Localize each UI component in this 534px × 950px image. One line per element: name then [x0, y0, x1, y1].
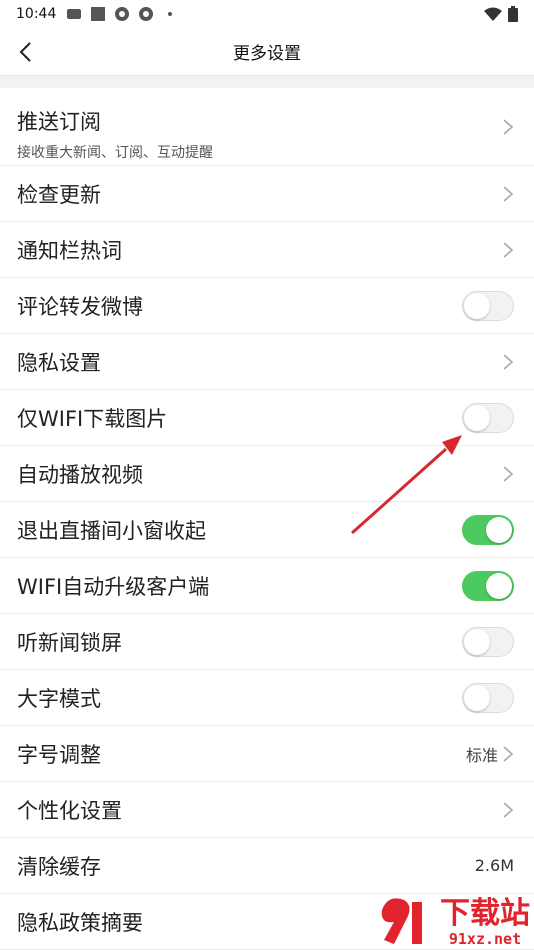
row-text: 大字模式 [17, 683, 462, 713]
settings-row[interactable]: 隐私设置 [0, 334, 534, 390]
row-value: 标准 [465, 745, 498, 765]
watermark-domain: 91xz.net [448, 930, 522, 948]
row-title: 隐私设置 [17, 350, 101, 375]
settings-row[interactable]: 自动播放视频 [0, 446, 534, 502]
toggle-knob [486, 516, 512, 543]
notification-icons [66, 6, 178, 22]
row-text: 自动播放视频 [17, 459, 502, 489]
watermark-title: 下载站 [440, 896, 530, 931]
row-text: 仅WIFI下载图片 [17, 403, 462, 433]
toggle-knob [464, 404, 490, 431]
square-app-icon [91, 7, 106, 21]
row-title: 自动播放视频 [17, 462, 143, 487]
row-text: 听新闻锁屏 [17, 627, 462, 657]
row-value: 2.6M [474, 856, 514, 875]
row-text: 推送订阅接收重大新闻、订阅、互动提醒 [17, 106, 502, 162]
row-title: 大字模式 [17, 686, 101, 711]
site-watermark: 下载站 91xz.net [374, 892, 530, 948]
row-text: WIFI自动升级客户端 [17, 571, 462, 601]
toggle-knob [486, 572, 512, 599]
settings-row[interactable]: 退出直播间小窗收起 [0, 502, 534, 558]
toggle-knob [464, 292, 490, 319]
row-text: 退出直播间小窗收起 [17, 515, 462, 545]
toggle-switch[interactable] [462, 570, 514, 601]
settings-list: 推送订阅接收重大新闻、订阅、互动提醒检查更新通知栏热词评论转发微博 隐私设置仅WI… [0, 88, 534, 950]
row-title: 通知栏热词 [17, 238, 122, 263]
settings-row[interactable]: 检查更新 [0, 166, 534, 222]
aperture-icon [115, 7, 130, 21]
settings-row[interactable]: 推送订阅接收重大新闻、订阅、互动提醒 [0, 88, 534, 166]
settings-row[interactable]: 仅WIFI下载图片 [0, 390, 534, 446]
status-bar: 10:44 [0, 0, 534, 28]
row-text: 评论转发微博 [17, 291, 462, 321]
row-title: 检查更新 [17, 182, 101, 207]
chevron-right-icon [503, 353, 514, 370]
row-title: 清除缓存 [17, 854, 101, 879]
settings-row[interactable]: 大字模式 [0, 670, 534, 726]
section-gap [0, 76, 534, 88]
top-bar: 更多设置 [0, 28, 534, 76]
row-text: 隐私设置 [17, 347, 502, 377]
chevron-right-icon [503, 745, 514, 762]
settings-row[interactable]: 字号调整 标准 [0, 726, 534, 782]
toggle-switch[interactable] [462, 514, 514, 545]
chevron-right-icon [503, 241, 514, 258]
row-title: 仅WIFI下载图片 [17, 406, 168, 431]
chevron-right-icon [503, 801, 514, 818]
row-text: 个性化设置 [17, 795, 502, 825]
back-button[interactable] [12, 38, 40, 66]
settings-row[interactable]: 评论转发微博 [0, 278, 534, 334]
toggle-switch[interactable] [462, 626, 514, 657]
settings-row[interactable]: 通知栏热词 [0, 222, 534, 278]
row-subtitle: 接收重大新闻、订阅、互动提醒 [17, 145, 213, 161]
chevron-right-icon [503, 465, 514, 482]
chevron-right-icon [503, 119, 514, 135]
row-title: WIFI自动升级客户端 [17, 574, 210, 599]
row-text: 通知栏热词 [17, 235, 502, 265]
row-title: 推送订阅 [17, 110, 101, 134]
row-text: 清除缓存 [17, 851, 475, 881]
system-icons [484, 6, 518, 22]
page-title: 更多设置 [233, 44, 301, 64]
status-time: 10:44 [16, 6, 57, 22]
battery-icon [508, 6, 518, 22]
row-title: 听新闻锁屏 [17, 630, 122, 655]
settings-row[interactable]: 清除缓存 2.6M [0, 838, 534, 894]
dot-icon [168, 12, 173, 16]
toggle-switch[interactable] [462, 290, 514, 321]
toggle-switch[interactable] [462, 682, 514, 713]
row-title: 个性化设置 [17, 798, 122, 823]
row-title: 评论转发微博 [17, 294, 143, 319]
chevron-left-icon [19, 42, 31, 62]
row-title: 退出直播间小窗收起 [17, 518, 206, 543]
row-title: 字号调整 [17, 742, 101, 767]
settings-row[interactable]: 个性化设置 [0, 782, 534, 838]
watermark-logo-icon [381, 898, 422, 944]
row-text: 检查更新 [17, 179, 502, 209]
row-text: 字号调整 [17, 739, 466, 769]
news-app-icon [67, 9, 82, 19]
wifi-icon [484, 7, 502, 21]
chevron-right-icon [503, 185, 514, 202]
settings-row[interactable]: WIFI自动升级客户端 [0, 558, 534, 614]
toggle-knob [464, 628, 490, 655]
aperture-icon-2 [139, 7, 154, 21]
toggle-knob [464, 684, 490, 711]
settings-row[interactable]: 听新闻锁屏 [0, 614, 534, 670]
toggle-switch[interactable] [462, 402, 514, 433]
